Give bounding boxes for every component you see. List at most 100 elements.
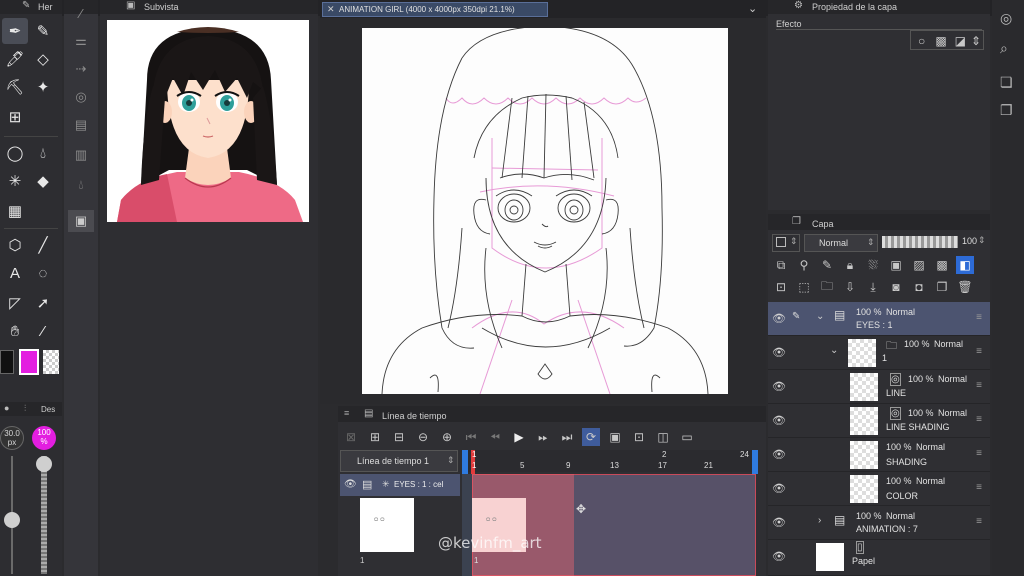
sub-tool-icon-1[interactable]: ⁄ (68, 2, 94, 24)
layer-row-shading[interactable]: 👁︎ 100 % Normal SHADING ≡ (768, 438, 990, 472)
sub-tool-icon-2[interactable]: ⚌ (68, 30, 94, 52)
hand-tool-icon[interactable]: ✋︎ (2, 318, 28, 344)
play-icon[interactable]: ▶ (510, 428, 528, 446)
previous-frame-icon[interactable]: ⏪︎ (486, 428, 504, 446)
delete-layer-icon[interactable]: 🗑︎ (956, 278, 974, 296)
sub-tool-icon-5[interactable]: ▤ (68, 114, 94, 136)
transparent-color-swatch[interactable] (43, 350, 59, 374)
lasso-tool-icon[interactable]: ◯ (2, 140, 28, 166)
layer-select-box[interactable]: ⇕ (772, 234, 800, 252)
search-icon[interactable]: ⌕ (1000, 40, 1008, 57)
visibility-eye-icon[interactable]: 👁︎ (772, 482, 786, 495)
layer-opacity-value[interactable]: 100 (962, 236, 977, 246)
tone-effect-icon[interactable]: ▩ (932, 32, 949, 50)
layer-row-line-shading[interactable]: 👁︎ ◎ 100 % Normal LINE SHADING ≡ (768, 404, 990, 438)
new-folder-icon[interactable]: 🗀︎ (818, 278, 836, 296)
document-tab[interactable]: ✕ ANIMATION GIRL (4000 x 4000px 350dpi 2… (322, 2, 548, 17)
layer-menu-icon[interactable]: ≡ (976, 312, 982, 323)
transfer-down-icon[interactable]: ⇩ (841, 278, 859, 296)
figure-tool-icon[interactable]: ⬡ (2, 232, 28, 258)
pen-tool-icon[interactable]: ✒ (2, 18, 28, 44)
opacity-slider-handle[interactable] (36, 456, 52, 472)
first-frame-icon[interactable]: ⏮︎ (462, 428, 480, 446)
layer-row-1[interactable]: 👁︎ ⌄ 🗀︎ 100 % Normal 1 ≡ (768, 336, 990, 370)
layer-menu-icon[interactable]: ≡ (976, 346, 982, 357)
layer-stack-icon[interactable]: ❐ (1000, 102, 1013, 119)
layer-menu-icon[interactable]: ≡ (976, 448, 982, 459)
drawing-canvas[interactable] (362, 28, 728, 394)
sub-tool-icon-3[interactable]: ⇢ (68, 58, 94, 80)
layer-color-toggle-icon[interactable]: ▩ (933, 256, 951, 274)
layer-row-line[interactable]: 👁︎ ◎ 100 % Normal LINE ≡ (768, 370, 990, 404)
merge-icon[interactable]: ⤓ (864, 278, 882, 296)
reference-image[interactable] (107, 20, 309, 222)
navigator-icon[interactable]: ◎ (1000, 10, 1012, 27)
last-frame-icon[interactable]: ⏭︎ (558, 428, 576, 446)
sub-color-swatch[interactable] (0, 350, 14, 374)
layer-row-eyes[interactable]: 👁︎ ✎ ⌄ ▤ 100 % Normal EYES : 1 ≡ (768, 302, 990, 336)
layer-property-title[interactable]: Propiedad de la capa (812, 2, 897, 12)
tab-dropdown-icon[interactable]: ⌄ (748, 2, 757, 15)
specify-cel-icon[interactable]: ⊡ (630, 428, 648, 446)
layer-row-animation[interactable]: 👁︎ › ▤ 100 % Normal ANIMATION : 7 ≡ (768, 506, 990, 540)
draft-layer-icon[interactable]: ✎ (818, 256, 836, 274)
zoom-in-icon[interactable]: ⊕ (438, 428, 456, 446)
layer-menu-icon[interactable]: ≡ (976, 414, 982, 425)
marker-tool-icon[interactable]: 🖊︎ (2, 46, 28, 72)
timeline-menu-icon[interactable]: ≡ (344, 408, 349, 418)
layer-row-paper[interactable]: 👁︎ ▯ Papel (768, 540, 990, 576)
close-tab-icon[interactable]: ✕ (327, 4, 335, 15)
line-tool-icon[interactable]: ╱ (30, 232, 56, 258)
sub-tool-icon-6[interactable]: ▥ (68, 144, 94, 166)
collapse-chevron-icon[interactable]: ⌄ (816, 311, 824, 322)
operation-tool-icon[interactable]: ➚ (30, 290, 56, 316)
timeline-tab-title[interactable]: Línea de tiempo (382, 411, 447, 421)
grid-tool-icon[interactable]: ⊞ (2, 104, 28, 130)
decoration-tool-icon[interactable]: ✦ (30, 74, 56, 100)
visibility-eye-icon[interactable]: 👁︎ (772, 380, 786, 393)
blend-tool-icon[interactable]: 💧︎ (30, 140, 56, 166)
collapse-chevron-icon[interactable]: ⌄ (830, 345, 838, 356)
sub-tool-icon-8[interactable]: ▣ (68, 210, 94, 232)
visibility-eye-icon[interactable]: 👁︎ (772, 346, 786, 359)
mask-add-icon[interactable]: ◙ (887, 278, 905, 296)
onion-skin-icon[interactable]: ◫ (654, 428, 672, 446)
track-eye-icon[interactable]: 👁︎ (344, 479, 357, 490)
subview-tab-title[interactable]: Subvista (144, 2, 179, 12)
layer-search-icon[interactable]: ❏ (1000, 74, 1013, 91)
text-tool-icon[interactable]: A (2, 260, 28, 286)
frame-tool-icon[interactable]: ◸ (2, 290, 28, 316)
add-frame-icon[interactable]: ▣ (606, 428, 624, 446)
loop-icon[interactable]: ⟳ (582, 428, 600, 446)
gradient-tool-icon[interactable]: ▦ (2, 198, 28, 224)
layer-color-icon[interactable]: ◪ (952, 32, 969, 50)
mask-icon[interactable]: ▣ (887, 256, 905, 274)
ruler-icon[interactable]: ▨ (910, 256, 928, 274)
edit-pen-icon[interactable]: ✎ (792, 311, 800, 322)
balloon-tool-icon[interactable]: ◌ (30, 260, 56, 286)
tool-property-tab-icon[interactable]: ⫶ (24, 403, 26, 414)
visibility-eye-icon[interactable]: 👁︎ (772, 550, 786, 563)
timeline-new-icon[interactable]: ⊠ (342, 428, 360, 446)
fill-tool-icon[interactable]: ⛏︎ (2, 74, 28, 100)
sub-tool-icon-4[interactable]: ◎ (68, 86, 94, 108)
layer-copy-icon[interactable]: ❐ (933, 278, 951, 296)
sub-tool-icon-7[interactable]: 💧︎ (68, 174, 94, 196)
expand-chevron-icon[interactable]: › (818, 515, 821, 526)
visibility-eye-icon[interactable]: 👁︎ (772, 414, 786, 427)
magic-wand-tool-icon[interactable]: ✳ (2, 168, 28, 194)
brush-size-slider-handle[interactable] (4, 512, 20, 529)
brush-size-tab-icon[interactable]: ● (4, 403, 9, 413)
lock-transparent-icon[interactable]: ⛆ (864, 256, 882, 274)
pencil-tool-icon[interactable]: ✎ (30, 18, 56, 44)
lock-icon[interactable]: 🔒︎ (841, 256, 859, 274)
opacity-slider-track[interactable] (41, 456, 47, 574)
tool-palette-tab-label[interactable]: Her (38, 2, 53, 12)
sub-tab-label[interactable]: Des (41, 405, 55, 414)
new-raster-layer-icon[interactable]: ⊡ (772, 278, 790, 296)
track-header[interactable]: 👁︎ ▤ ✳ EYES : 1 : cel (340, 474, 460, 496)
timeline-selector[interactable]: Línea de tiempo 1 ⇕ (340, 450, 458, 472)
layer-menu-icon[interactable]: ≡ (976, 380, 982, 391)
range-start-marker[interactable] (462, 450, 468, 474)
layer-menu-icon[interactable]: ≡ (976, 516, 982, 527)
